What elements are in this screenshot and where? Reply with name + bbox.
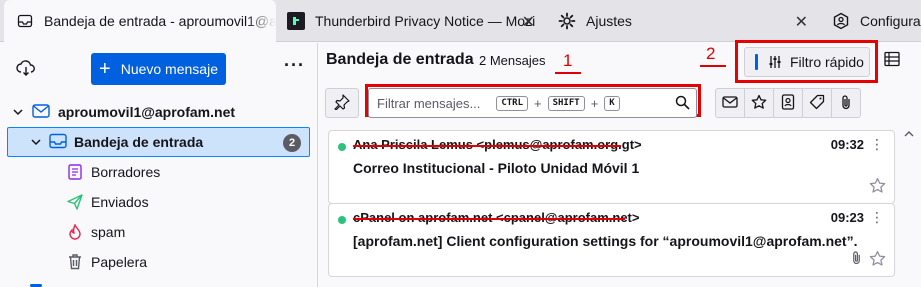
gear-icon	[558, 12, 576, 30]
toggle-indicator	[755, 54, 758, 70]
drafts-icon	[68, 164, 82, 183]
unread-dot	[338, 143, 346, 151]
pin-filter-button[interactable]	[325, 88, 359, 118]
redaction-line	[353, 145, 621, 147]
message-card[interactable]: cPanel on aprofam.net <cpanel@aprofam.ne…	[328, 203, 895, 277]
folder-spam[interactable]: spam	[0, 217, 318, 247]
unread-count-badge: 2	[283, 134, 301, 152]
inbox-icon	[16, 12, 34, 30]
plus-separator: +	[590, 95, 599, 111]
annotation-2: 2	[706, 44, 716, 63]
quick-filter-button[interactable]: Filtro rápido	[744, 47, 870, 77]
tab-privacy-notice[interactable]: Thunderbird Privacy Notice — Mozi ✕	[283, 0, 543, 42]
unread-mail-icon	[722, 95, 738, 112]
message-menu-icon[interactable]: ⋮	[870, 136, 884, 153]
folder-sent[interactable]: Enviados	[0, 187, 318, 217]
unread-filter-button[interactable]	[715, 88, 745, 118]
annotation-2-underline	[700, 65, 726, 67]
paperclip-icon	[851, 250, 862, 268]
display-options-icon[interactable]	[884, 51, 900, 70]
shortcut-key: CTRL	[496, 95, 528, 111]
address-book-icon	[781, 93, 795, 113]
folder-drafts[interactable]: Borradores	[0, 157, 318, 187]
folder-label: Papelera	[91, 254, 148, 270]
unread-dot	[338, 216, 346, 224]
close-icon[interactable]: ✕	[795, 12, 808, 32]
attachment-filter-button[interactable]	[831, 88, 861, 118]
annotation-1-underline	[555, 72, 581, 74]
chevron-down-icon[interactable]	[30, 135, 42, 151]
web-page-icon	[287, 12, 305, 30]
account-row[interactable]: aproumovil1@aprofam.net	[0, 97, 318, 127]
junk-icon	[68, 223, 82, 243]
filter-search-input[interactable]: Filtrar mensajes... CTRL + SHIFT + K	[368, 88, 697, 118]
tab-label: Thunderbird Privacy Notice — Mozi	[315, 13, 536, 29]
tab-ajustes[interactable]: Ajustes ✕	[552, 0, 818, 42]
star-icon[interactable]	[869, 250, 886, 270]
inbox-icon	[49, 133, 67, 152]
folder-label: Enviados	[91, 194, 149, 210]
folder-pane: + Nuevo mensaje ··· aproumovil1@aprofam.…	[0, 43, 318, 287]
tab-inbox[interactable]: Bandeja de entrada - aproumovil1@ap	[4, 0, 276, 42]
new-message-label: Nuevo mensaje	[120, 61, 218, 77]
get-messages-icon[interactable]	[16, 59, 36, 80]
tab-configuracion[interactable]: Configuraci	[828, 0, 921, 42]
tags-filter-button[interactable]	[802, 88, 832, 118]
mail-account-icon	[32, 103, 50, 122]
sent-icon	[67, 194, 83, 213]
quick-filter-label: Filtro rápido	[790, 54, 864, 70]
tab-label: Bandeja de entrada - aproumovil1@ap	[44, 13, 276, 29]
folder-label: Bandeja de entrada	[74, 134, 204, 150]
chevron-down-icon[interactable]	[12, 105, 24, 121]
more-options-icon[interactable]: ···	[284, 55, 305, 76]
new-message-button[interactable]: + Nuevo mensaje	[91, 53, 226, 85]
tab-label: Ajustes	[586, 13, 632, 29]
redaction-line	[353, 218, 625, 220]
shortcut-key: SHIFT	[547, 95, 585, 111]
plus-separator: +	[534, 95, 542, 111]
shortcut-key: K	[604, 95, 620, 111]
folder-label: spam	[91, 224, 126, 240]
close-icon[interactable]: ✕	[522, 12, 535, 32]
annotation-1: 1	[563, 51, 573, 70]
search-placeholder: Filtrar mensajes...	[377, 95, 481, 111]
folder-title: Bandeja de entrada	[326, 51, 474, 68]
message-time: 09:23	[830, 210, 864, 225]
message-time: 09:32	[830, 137, 864, 152]
folder-label: Borradores	[91, 164, 161, 180]
scrollbar[interactable]	[902, 125, 916, 285]
message-count: 2 Mensajes	[479, 53, 546, 68]
pin-icon	[334, 93, 350, 113]
folder-inbox[interactable]: Bandeja de entrada 2	[7, 127, 310, 157]
trash-icon	[67, 253, 83, 273]
scroll-up-icon[interactable]	[904, 125, 914, 141]
account-settings-icon	[832, 12, 850, 30]
message-subject: [aprofam.net] Client configuration setti…	[353, 233, 858, 249]
folder-trash[interactable]: Papelera	[0, 247, 318, 277]
star-icon	[751, 94, 767, 113]
search-icon	[675, 95, 690, 113]
star-icon[interactable]	[869, 177, 886, 197]
plus-icon: +	[99, 58, 111, 80]
tab-label: Configuraci	[860, 13, 921, 29]
contact-filter-button[interactable]	[773, 88, 803, 118]
message-list-pane: Bandeja de entrada 2 Mensajes 1 2 Filtro…	[319, 40, 921, 287]
paperclip-icon	[840, 94, 852, 113]
message-subject: Correo Institucional - Piloto Unidad Móv…	[353, 160, 640, 176]
message-card[interactable]: Ana Priscila Lemus <plemus@aprofam.org.g…	[328, 130, 895, 204]
starred-filter-button[interactable]	[744, 88, 774, 118]
filter-sliders-icon	[768, 55, 782, 69]
tab-bar: Bandeja de entrada - aproumovil1@ap Thun…	[0, 0, 921, 42]
message-menu-icon[interactable]: ⋮	[870, 209, 884, 226]
account-name: aproumovil1@aprofam.net	[58, 104, 236, 120]
tag-icon	[809, 94, 825, 113]
